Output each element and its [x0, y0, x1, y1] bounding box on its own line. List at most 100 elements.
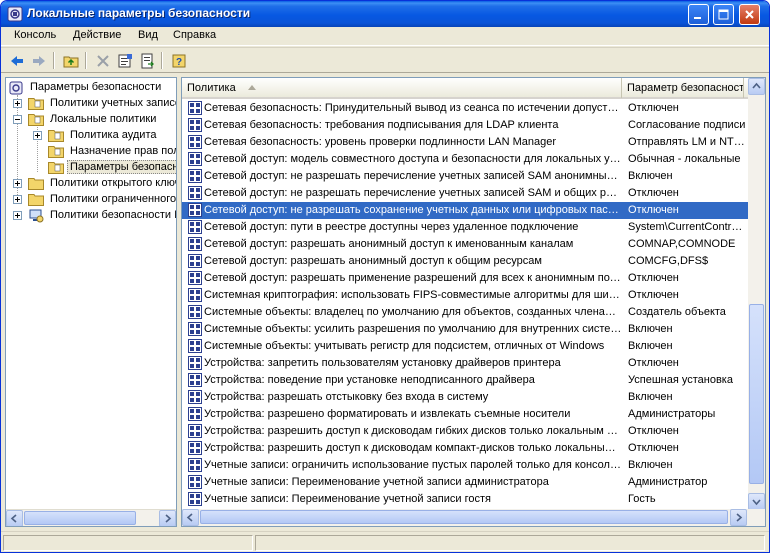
tree-item-user-rights[interactable]: Назначение прав пользователя: [28, 144, 176, 160]
policy-icon: [188, 288, 202, 302]
policy-icon: [188, 237, 202, 251]
close-button[interactable]: [739, 4, 760, 25]
table-row[interactable]: Системные объекты: владелец по умолчанию…: [182, 304, 748, 321]
forward-arrow-icon: [33, 56, 45, 66]
policy-icon: [188, 339, 202, 353]
table-row[interactable]: Системные объекты: учитывать регистр для…: [182, 338, 748, 355]
expand-icon[interactable]: [13, 211, 22, 220]
table-row[interactable]: Устройства: запретить пользователям уста…: [182, 355, 748, 372]
table-row[interactable]: Учетные записи: ограничить использование…: [182, 457, 748, 474]
table-row[interactable]: Сетевая безопасность: требования подписы…: [182, 117, 748, 134]
folder-icon: [48, 146, 64, 158]
table-row[interactable]: Сетевой доступ: модель совместного досту…: [182, 151, 748, 168]
table-row[interactable]: Сетевой доступ: не разрешать перечислени…: [182, 185, 748, 202]
expand-icon[interactable]: [13, 99, 22, 108]
column-header-policy[interactable]: Политика: [182, 78, 622, 98]
folder-icon: [28, 98, 44, 110]
scroll-right-button[interactable]: [730, 509, 747, 526]
list-vertical-scrollbar[interactable]: [748, 78, 765, 510]
policy-name: Системные объекты: учитывать регистр для…: [204, 340, 605, 352]
policy-icon: [188, 101, 202, 115]
menu-help[interactable]: Справка: [173, 29, 216, 41]
tree-item-label: Локальные политики: [50, 113, 157, 125]
table-row[interactable]: Учетные записи: Переименование учетной з…: [182, 474, 748, 491]
up-one-level-button[interactable]: [61, 51, 81, 71]
tree-item-local-policies[interactable]: Локальные политики: [8, 112, 176, 128]
collapse-icon[interactable]: [13, 115, 22, 124]
policy-setting: Включен: [628, 340, 673, 352]
tree-item-software-restriction[interactable]: Политики ограниченного использования про…: [8, 192, 176, 208]
table-row[interactable]: Сетевой доступ: разрешать анонимный дост…: [182, 236, 748, 253]
policy-name: Учетные записи: ограничить использование…: [204, 459, 622, 471]
table-row[interactable]: Сетевой доступ: не разрешать перечислени…: [182, 168, 748, 185]
expand-icon[interactable]: [33, 131, 42, 140]
table-row[interactable]: Устройства: разрешить доступ к дисковода…: [182, 423, 748, 440]
forward-button[interactable]: [29, 51, 49, 71]
policy-icon: [188, 390, 202, 404]
tree-item-ip-security[interactable]: Политики безопасности IP: [8, 208, 176, 224]
scroll-thumb[interactable]: [749, 304, 764, 484]
expand-icon[interactable]: [13, 195, 22, 204]
policy-setting: Создатель объекта: [628, 306, 726, 318]
help-button[interactable]: ?: [169, 51, 189, 71]
scroll-thumb[interactable]: [200, 510, 728, 524]
policy-setting: Включен: [628, 170, 673, 182]
table-row[interactable]: Сетевая безопасность: Принудительный выв…: [182, 100, 748, 117]
table-row[interactable]: Устройства: разрешать отстыковку без вхо…: [182, 389, 748, 406]
tree-item-account-policies[interactable]: Политики учетных записей: [8, 96, 176, 112]
table-row[interactable]: Устройства: поведение при установке непо…: [182, 372, 748, 389]
tree-item-root[interactable]: Параметры безопасности: [8, 80, 176, 96]
export-list-icon: [141, 53, 154, 69]
table-row[interactable]: Учетные записи: Переименование учетной з…: [182, 491, 748, 508]
chevron-down-icon: [752, 499, 761, 506]
sort-ascending-icon: [248, 85, 256, 90]
list-horizontal-scrollbar[interactable]: [182, 509, 765, 526]
policy-icon: [188, 203, 202, 217]
properties-button[interactable]: [115, 51, 135, 71]
chevron-right-icon: [736, 513, 743, 522]
tree-horizontal-scrollbar[interactable]: [6, 509, 176, 526]
scroll-up-button[interactable]: [748, 78, 765, 95]
scroll-left-button[interactable]: [182, 509, 199, 526]
table-row[interactable]: Сетевой доступ: разрешать анонимный дост…: [182, 253, 748, 270]
table-row[interactable]: Сетевой доступ: разрешать применение раз…: [182, 270, 748, 287]
console-tree[interactable]: Параметры безопасности Политики учетных …: [5, 77, 177, 527]
scroll-down-button[interactable]: [748, 493, 765, 510]
list-header: Политика Параметр безопасности: [182, 78, 748, 99]
security-settings-icon: [9, 81, 23, 95]
policy-setting: Успешная установка: [628, 374, 733, 386]
title-bar[interactable]: Локальные параметры безопасности: [1, 1, 769, 27]
expand-icon[interactable]: [13, 179, 22, 188]
policy-list[interactable]: Политика Параметр безопасности Сетевая б…: [181, 77, 766, 527]
delete-button[interactable]: [93, 51, 113, 71]
policy-setting: COMCFG,DFS$: [628, 255, 709, 267]
menu-console[interactable]: Консоль: [14, 29, 56, 41]
policy-name: Сетевая безопасность: требования подписы…: [204, 119, 559, 131]
back-button[interactable]: [7, 51, 27, 71]
table-row[interactable]: Сетевая безопасность: уровень проверки п…: [182, 134, 748, 151]
tree-item-security-options[interactable]: Параметры безопасности: [28, 160, 176, 176]
policy-name: Сетевой доступ: разрешать анонимный дост…: [204, 255, 542, 267]
scroll-left-button[interactable]: [6, 510, 23, 526]
tree-item-label: Назначение прав пользователя: [70, 145, 176, 157]
maximize-button[interactable]: [713, 4, 734, 25]
scroll-thumb[interactable]: [24, 511, 136, 525]
tree-item-audit-policy[interactable]: Политика аудита: [28, 128, 176, 144]
column-header-setting[interactable]: Параметр безопасности: [622, 78, 744, 98]
tree-item-public-key-policies[interactable]: Политики открытого ключа: [8, 176, 176, 192]
menu-view[interactable]: Вид: [138, 29, 158, 41]
tree-item-label: Политики безопасности IP: [50, 209, 177, 221]
policy-icon: [188, 152, 202, 166]
table-row[interactable]: Системные объекты: усилить разрешения по…: [182, 321, 748, 338]
minimize-button[interactable]: [688, 4, 709, 25]
table-row[interactable]: Сетевой доступ: не разрешать сохранение …: [182, 202, 748, 219]
export-list-button[interactable]: [137, 51, 157, 71]
table-row[interactable]: Устройства: разрешено форматировать и из…: [182, 406, 748, 423]
scroll-right-button[interactable]: [159, 510, 176, 526]
table-row[interactable]: Устройства: разрешить доступ к дисковода…: [182, 440, 748, 457]
menu-action[interactable]: Действие: [73, 29, 121, 41]
table-row[interactable]: Сетевой доступ: пути в реестре доступны …: [182, 219, 748, 236]
policy-icon: [188, 475, 202, 489]
table-row[interactable]: Системная криптография: использовать FIP…: [182, 287, 748, 304]
ip-security-icon: [29, 209, 44, 223]
